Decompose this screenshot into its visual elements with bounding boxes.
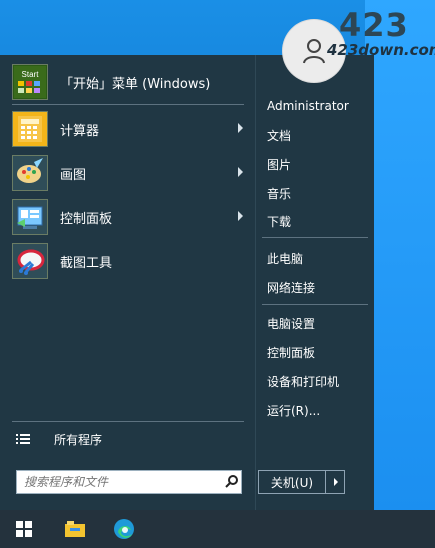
app-label: 计算器 — [60, 123, 100, 139]
app-item-calculator[interactable]: 计算器 — [12, 110, 247, 148]
user-name[interactable]: Administrator — [267, 99, 349, 113]
all-programs-button[interactable]: 所有程序 — [16, 427, 246, 451]
start-menu: Start 「开始」菜单 (Windows) 计算器 画图 控制面板 截图工具 … — [0, 55, 374, 510]
devices-printers-link[interactable]: 设备和打印机 — [267, 373, 339, 390]
all-programs-label: 所有程序 — [54, 432, 103, 447]
start-menu-icon: Start — [12, 64, 48, 100]
edge-icon[interactable] — [105, 510, 143, 548]
taskbar — [0, 510, 435, 548]
submenu-arrow-icon — [238, 167, 243, 177]
divider — [262, 304, 368, 305]
app-label: 截图工具 — [60, 255, 113, 271]
submenu-arrow-icon — [238, 211, 243, 221]
search-input[interactable] — [22, 471, 216, 493]
search-icon[interactable] — [225, 475, 239, 489]
app-item-control-panel[interactable]: 控制面板 — [12, 198, 247, 236]
music-link[interactable]: 音乐 — [267, 185, 291, 202]
submenu-arrow-icon — [238, 123, 243, 133]
paint-icon — [12, 155, 48, 191]
user-icon — [303, 39, 325, 64]
pc-settings-link[interactable]: 电脑设置 — [267, 315, 315, 332]
documents-link[interactable]: 文档 — [267, 127, 291, 144]
windows-start-icon[interactable] — [5, 510, 43, 548]
divider — [12, 104, 244, 105]
app-item-paint[interactable]: 画图 — [12, 154, 247, 192]
downloads-link[interactable]: 下载 — [267, 213, 291, 230]
control-panel-icon — [12, 199, 48, 235]
list-icon — [16, 434, 30, 444]
pictures-link[interactable]: 图片 — [267, 156, 291, 173]
svg-text:Start: Start — [22, 70, 40, 79]
network-connections-link[interactable]: 网络连接 — [267, 279, 315, 296]
run-link[interactable]: 运行(R)... — [267, 402, 320, 419]
search-box[interactable] — [16, 470, 242, 494]
start-menu-right-panel: Administrator 文档 图片 音乐 下载 此电脑 网络连接 电脑设置 … — [255, 55, 375, 510]
app-label: 画图 — [60, 167, 87, 183]
shutdown-options-icon[interactable] — [326, 471, 344, 493]
shutdown-control[interactable]: 关机(U) — [258, 470, 345, 494]
app-label: 「开始」菜单 (Windows) — [60, 76, 211, 92]
calculator-icon — [12, 111, 48, 147]
app-item-snipping-tool[interactable]: 截图工具 — [12, 242, 247, 280]
site-watermark: 423 423down.com — [327, 6, 435, 60]
this-pc-link[interactable]: 此电脑 — [267, 250, 303, 267]
divider — [12, 421, 244, 422]
app-label: 控制面板 — [60, 211, 113, 227]
snipping-tool-icon — [12, 243, 48, 279]
app-item-start-menu[interactable]: Start 「开始」菜单 (Windows) — [12, 63, 247, 101]
shutdown-button[interactable]: 关机(U) — [259, 471, 326, 493]
desktop-wallpaper — [365, 0, 435, 510]
watermark-site-text: 423down.com — [327, 41, 435, 59]
control-panel-link[interactable]: 控制面板 — [267, 344, 315, 361]
divider — [262, 237, 368, 238]
watermark-big-text: 423 — [339, 6, 409, 44]
file-explorer-icon[interactable] — [56, 510, 94, 548]
start-menu-left-panel: Start 「开始」菜单 (Windows) 计算器 画图 控制面板 截图工具 … — [0, 55, 255, 510]
